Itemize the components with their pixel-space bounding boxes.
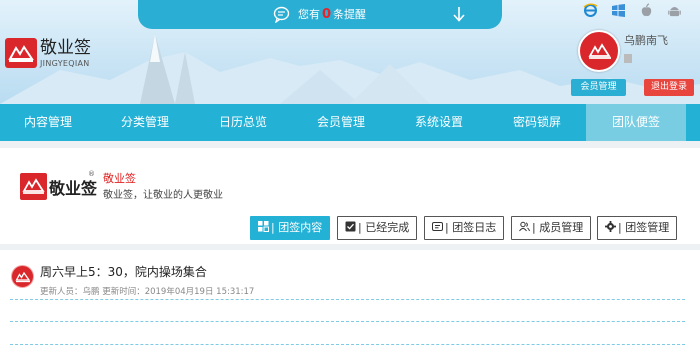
grid-icon (258, 221, 269, 232)
log-icon (432, 222, 443, 231)
tab-team-content[interactable]: | 团签内容 (250, 216, 330, 240)
tab-label: | 团签内容 (271, 221, 323, 234)
tab-member-management[interactable]: | 成员管理 (511, 216, 591, 240)
user-status-indicator (624, 54, 632, 63)
users-icon (519, 221, 530, 232)
chat-icon (273, 6, 290, 23)
brand-name: 敬业签 (40, 38, 91, 58)
gear-icon (605, 221, 616, 232)
user-avatar[interactable] (578, 30, 620, 72)
nav-item-team-notes[interactable]: 团队便签 (586, 104, 686, 141)
note-meta: 更新人员：乌鹏 更新时间：2019年04月19日 15:31:17 (40, 287, 255, 297)
notice-bar[interactable]: 您有 0 条提醒 (138, 0, 502, 29)
note-title[interactable]: 周六早上5：30，院内操场集合 (40, 263, 207, 280)
team-logo-text: 敬业签 (49, 179, 98, 198)
check-icon (345, 221, 356, 232)
divider (10, 299, 685, 300)
brand-logo[interactable] (5, 38, 37, 68)
brand-mark-icon (588, 43, 611, 59)
team-logo: 敬业签 ® (20, 168, 98, 205)
registered-mark: ® (88, 170, 95, 178)
header-banner: 您有 0 条提醒 敬业签 JINGYEQIAN 乌鹏南飞 会员管理 退出登录 (0, 0, 700, 104)
member-management-button[interactable]: 会员管理 (571, 79, 626, 96)
tab-completed[interactable]: | 已经完成 (337, 216, 417, 240)
team-description: 敬业签，让敬业的人更敬业 (103, 190, 223, 201)
windows-icon[interactable] (611, 3, 626, 18)
apple-icon[interactable] (639, 3, 654, 18)
brand-mark-icon (22, 178, 45, 194)
ie-browser-icon[interactable] (583, 3, 598, 18)
tab-team-management[interactable]: | 团签管理 (597, 216, 677, 240)
brand-mark-icon (8, 45, 34, 62)
brand-mark-icon (15, 271, 31, 283)
android-icon[interactable] (667, 3, 682, 18)
logout-button[interactable]: 退出登录 (644, 79, 694, 96)
notice-suffix: 条提醒 (333, 8, 367, 21)
nav-item-lockscreen[interactable]: 密码锁屏 (488, 104, 586, 141)
divider (10, 344, 685, 345)
tab-label: | 成员管理 (532, 221, 584, 234)
notice-prefix: 您有 (298, 8, 320, 21)
arrow-down-icon[interactable] (451, 6, 467, 23)
nav-item-calendar[interactable]: 日历总览 (194, 104, 292, 141)
tab-label: | 已经完成 (358, 221, 410, 234)
brand-subtitle: JINGYEQIAN (40, 59, 90, 68)
nav-item-members[interactable]: 会员管理 (292, 104, 390, 141)
notice-count: 0 (322, 7, 332, 22)
team-logo-mark (20, 173, 47, 200)
nav-item-category[interactable]: 分类管理 (96, 104, 194, 141)
notice-text: 您有 0 条提醒 (298, 7, 366, 22)
note-author-avatar (11, 265, 34, 288)
main-nav: 内容管理 分类管理 日历总览 会员管理 系统设置 密码锁屏 团队便签 (0, 104, 700, 141)
tab-label: | 团签管理 (618, 221, 670, 234)
tab-team-log[interactable]: | 团签日志 (424, 216, 504, 240)
tab-label: | 团签日志 (445, 221, 497, 234)
user-name: 乌鹏南飞 (624, 34, 668, 47)
nav-item-settings[interactable]: 系统设置 (390, 104, 488, 141)
nav-item-content[interactable]: 内容管理 (0, 104, 96, 141)
team-title[interactable]: 敬业签 (103, 170, 136, 186)
divider (10, 321, 685, 322)
